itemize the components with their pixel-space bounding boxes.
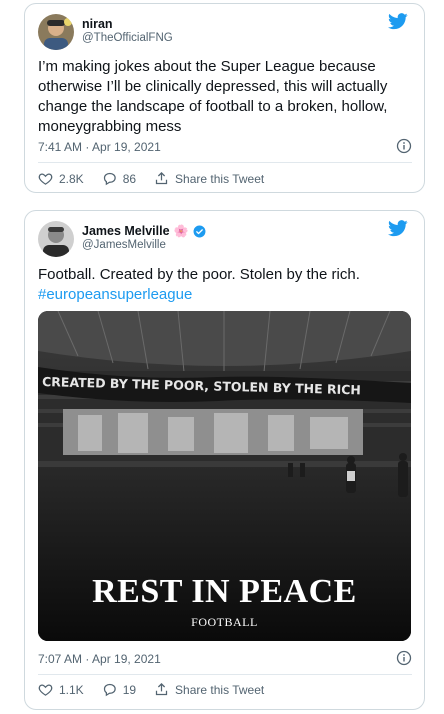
reply-count: 19 <box>122 682 137 697</box>
twitter-bird-icon[interactable] <box>388 13 408 30</box>
verified-badge-icon <box>193 225 205 237</box>
heart-icon <box>38 684 53 696</box>
hashtag-link[interactable]: #europeansuperleague <box>38 285 412 305</box>
like-count: 2.8K <box>59 171 84 186</box>
twitter-bird-icon[interactable] <box>388 220 408 237</box>
avatar[interactable] <box>38 14 74 50</box>
share-button[interactable]: Share this Tweet <box>154 682 264 697</box>
info-icon[interactable] <box>396 650 412 666</box>
reply-icon <box>103 172 116 186</box>
avatar[interactable] <box>38 221 74 257</box>
share-label: Share this Tweet <box>175 682 265 697</box>
author-name[interactable]: niran <box>82 17 113 31</box>
like-button[interactable]: 1.1K <box>38 682 84 697</box>
author-handle[interactable]: @JamesMelville <box>82 239 166 251</box>
divider <box>38 162 412 163</box>
author-handle[interactable]: @TheOfficialFNG <box>82 32 173 44</box>
tweet-actions: 2.8K 86 Share this Tweet <box>38 171 412 186</box>
share-icon <box>155 171 168 185</box>
tweet-text: I’m making jokes about the Super League … <box>38 58 388 135</box>
share-icon <box>155 682 168 696</box>
tweet-timestamp[interactable]: 7:07 AM · Apr 19, 2021 <box>38 652 161 666</box>
author-name-text[interactable]: niran <box>82 17 113 31</box>
like-count: 1.1K <box>59 682 84 697</box>
tweet-text-line: Football. Created by the poor. Stolen by… <box>38 266 360 283</box>
reply-count: 86 <box>122 171 137 186</box>
share-button[interactable]: Share this Tweet <box>154 171 264 186</box>
heart-icon <box>38 173 53 185</box>
tweet-text: Football. Created by the poor. Stolen by… <box>38 265 412 305</box>
reply-button[interactable]: 19 <box>102 682 136 697</box>
tweet-actions: 1.1K 19 Share this Tweet <box>38 682 412 697</box>
reply-icon <box>103 683 116 697</box>
reply-button[interactable]: 86 <box>102 171 136 186</box>
author-name[interactable]: James Melville 🌸 <box>82 224 206 238</box>
tweet-image[interactable]: CREATED BY THE POOR, STOLEN BY THE RICH … <box>38 311 411 641</box>
media-title: REST IN PEACE <box>92 573 357 610</box>
media-subtitle: FOOTBALL <box>191 615 258 629</box>
like-button[interactable]: 2.8K <box>38 171 84 186</box>
flower-emoji: 🌸 <box>173 224 189 238</box>
tweet-card[interactable]: niran @TheOfficialFNG I’m making jokes a… <box>24 3 425 193</box>
info-icon[interactable] <box>396 138 412 154</box>
tweet-card[interactable]: James Melville 🌸 @JamesMelville Football… <box>24 210 425 710</box>
share-label: Share this Tweet <box>175 171 265 186</box>
divider <box>38 674 412 675</box>
tweet-timestamp[interactable]: 7:41 AM · Apr 19, 2021 <box>38 140 161 154</box>
author-name-text[interactable]: James Melville <box>82 224 170 238</box>
